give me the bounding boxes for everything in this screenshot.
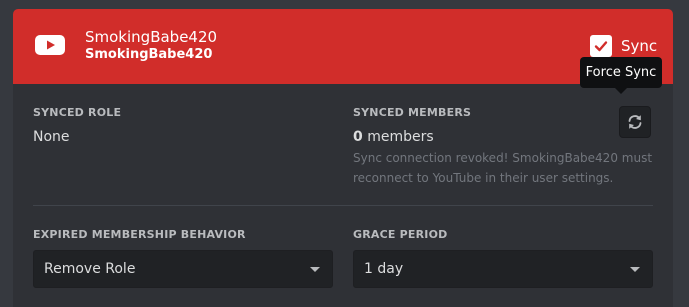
force-sync-button[interactable]	[619, 106, 651, 138]
force-sync-tooltip: Force Sync	[580, 57, 662, 94]
refresh-icon	[628, 115, 642, 129]
chevron-down-icon	[630, 267, 640, 272]
channel-name: SmokingBabe420	[85, 28, 218, 46]
sync-revoked-notice: Sync connection revoked! SmokingBabe420 …	[353, 151, 653, 185]
members-count: 0	[353, 129, 363, 145]
integration-header: SmokingBabe420 SmokingBabe420 Sync	[13, 9, 673, 84]
synced-members-value: 0 members	[353, 128, 434, 146]
members-unit: members	[367, 129, 434, 145]
checkmark-icon	[594, 41, 608, 52]
synced-role-value: None	[33, 129, 70, 145]
expired-membership-selected: Remove Role	[44, 261, 136, 277]
sync-label[interactable]: Sync	[621, 36, 657, 56]
grace-period-selected: 1 day	[364, 261, 404, 277]
grace-period-label: GRACE PERIOD	[353, 228, 448, 241]
chevron-down-icon	[310, 267, 320, 272]
section-divider	[33, 205, 653, 206]
synced-role-label: SYNCED ROLE	[33, 106, 122, 119]
youtube-icon	[35, 35, 65, 55]
expired-membership-select[interactable]: Remove Role	[33, 250, 333, 288]
expired-membership-label: EXPIRED MEMBERSHIP BEHAVIOR	[33, 228, 246, 241]
integration-card: SmokingBabe420 SmokingBabe420 Sync SYNCE…	[13, 9, 673, 307]
sync-checkbox[interactable]	[590, 35, 612, 57]
channel-handle: SmokingBabe420	[85, 47, 213, 62]
grace-period-select[interactable]: 1 day	[353, 250, 653, 288]
synced-members-label: SYNCED MEMBERS	[353, 106, 472, 119]
